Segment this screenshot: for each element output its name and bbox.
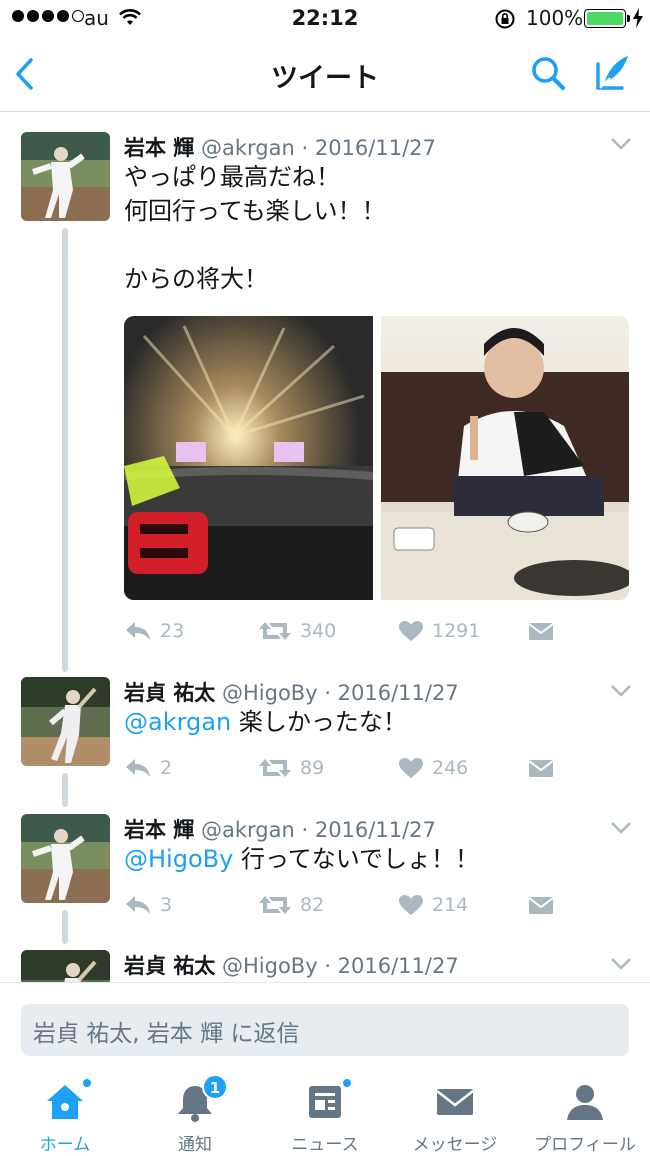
reply-count: 2 [160,757,173,779]
chevron-down-icon[interactable] [610,683,632,702]
chevron-down-icon[interactable] [610,136,632,155]
reply-input[interactable]: 岩貞 祐太, 岩本 輝 に返信 [21,1004,629,1056]
tab-news[interactable]: ニュース [260,1078,390,1155]
like-button[interactable]: 246 [398,757,468,779]
reply-button[interactable]: 2 [124,757,172,779]
tab-notifications[interactable]: 1 通知 [130,1074,260,1155]
retweet-count: 340 [300,620,337,642]
user-name[interactable]: 岩貞 祐太 [124,954,215,978]
battery-percent: 100% [526,6,584,30]
tweet-text: @HigoBy 行ってないでしょ！！ [124,845,480,873]
notification-badge: 1 [202,1074,228,1100]
tab-bar: ホーム 1 通知 ニュース メッセージ プロフィール [0,1070,650,1156]
navigation-bar: ツイート [0,38,650,112]
tweet-actions: 3 82 214 [124,894,624,924]
reply-count: 3 [160,894,173,916]
user-handle: @akrgan · 2016/11/27 [201,818,436,842]
tweet-text: やっぱり最高だね！ 何回行っても楽しい！！ からの将大！ [124,163,386,293]
avatar[interactable] [21,814,110,903]
new-indicator-dot [342,1078,352,1088]
like-count: 214 [432,894,469,916]
reply-bar: 岩貞 祐太, 岩本 輝 に返信 [0,982,650,1070]
like-count: 1291 [432,620,481,642]
tweet-actions: 2 89 246 [124,757,624,787]
tweet-media[interactable] [124,316,629,600]
user-name[interactable]: 岩本 輝 [124,818,194,842]
bell-icon: 1 [130,1074,260,1124]
compose-icon[interactable] [592,52,634,98]
direct-message-button[interactable] [528,757,554,779]
retweet-button[interactable]: 89 [258,757,324,779]
tab-label: メッセージ [412,1135,498,1155]
tab-home[interactable]: ホーム [0,1078,130,1155]
chevron-down-icon[interactable] [610,956,632,975]
user-handle: @akrgan · 2016/11/27 [201,136,436,160]
retweet-button[interactable]: 82 [258,894,324,916]
user-handle: @HigoBy · 2016/11/27 [222,681,459,705]
tweet-actions: 23 340 1291 [124,620,624,650]
charging-bolt-icon [632,8,644,33]
home-icon [0,1078,130,1124]
reply-button[interactable]: 23 [124,620,184,642]
user-name[interactable]: 岩本 輝 [124,136,194,160]
direct-message-button[interactable] [528,620,554,642]
mention-link[interactable]: @HigoBy [124,845,233,873]
reply-count: 23 [160,620,185,642]
tab-label: プロフィール [534,1135,636,1155]
conversation-timeline[interactable]: 岩本 輝 @akrgan · 2016/11/27 やっぱり最高だね！ 何回行っ… [0,112,650,982]
status-bar: au 22:12 100% [0,0,650,38]
news-icon [260,1078,390,1124]
mention-link[interactable]: @akrgan [124,708,231,736]
person-icon [520,1080,650,1124]
direct-message-button[interactable] [528,894,554,916]
rotation-lock-icon [494,8,516,35]
reply-button[interactable]: 3 [124,894,172,916]
retweet-button[interactable]: 340 [258,620,336,642]
avatar[interactable] [21,132,110,221]
tab-label: ホーム [39,1135,91,1155]
chevron-down-icon[interactable] [610,820,632,839]
envelope-icon [390,1080,520,1124]
like-count: 246 [432,757,469,779]
like-button[interactable]: 1291 [398,620,480,642]
user-name[interactable]: 岩貞 祐太 [124,681,215,705]
avatar[interactable] [21,950,110,982]
tab-label: ニュース [291,1135,359,1155]
avatar[interactable] [21,677,110,766]
battery-icon [584,9,626,28]
tab-messages[interactable]: メッセージ [390,1080,520,1155]
retweet-count: 82 [300,894,325,916]
like-button[interactable]: 214 [398,894,468,916]
tweet-text: @akrgan 楽しかったな！ [124,708,407,736]
user-handle: @HigoBy · 2016/11/27 [222,954,459,978]
retweet-count: 89 [300,757,325,779]
tab-label: 通知 [178,1135,212,1155]
search-icon[interactable] [528,54,568,98]
new-indicator-dot [82,1078,92,1088]
tab-profile[interactable]: プロフィール [520,1080,650,1155]
